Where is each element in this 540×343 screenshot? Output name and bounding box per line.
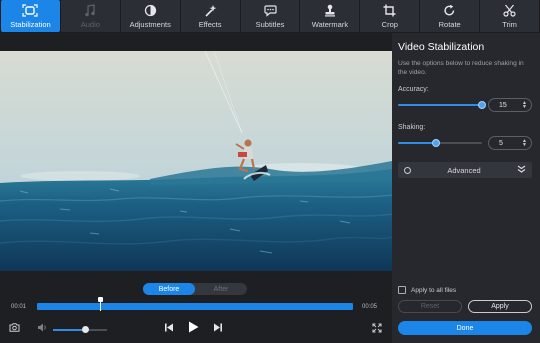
stabilization-panel: Video Stabilization Use the options belo… [392, 33, 540, 343]
volume-icon[interactable] [36, 322, 48, 333]
tab-adjustments[interactable]: Adjustments [120, 0, 180, 32]
shaking-label: Shaking: [398, 124, 426, 131]
tab-stabilization-label: Stabilization [10, 19, 51, 29]
apply-to-all-checkbox[interactable] [398, 286, 406, 294]
tab-crop-label: Crop [381, 19, 398, 29]
editor-toolbar: Stabilization Audio Adjustments Effects … [0, 0, 540, 33]
player-controls: Before After 00:01 00:05 [0, 283, 392, 343]
total-time: 00:05 [362, 304, 378, 310]
scissors-icon [502, 4, 518, 18]
tab-crop[interactable]: Crop [360, 0, 420, 32]
tab-stabilization[interactable]: Stabilization [1, 0, 60, 32]
magic-wand-icon [202, 4, 218, 18]
tab-effects[interactable]: Effects [180, 0, 240, 32]
before-after-toggle[interactable]: Before After [143, 283, 247, 295]
shaking-slider-fill [398, 142, 436, 144]
after-button[interactable]: After [195, 283, 247, 295]
volume-slider[interactable] [53, 326, 107, 334]
shaking-slider[interactable] [398, 137, 482, 149]
tab-subtitles[interactable]: Subtitles [240, 0, 300, 32]
accuracy-slider-handle[interactable] [478, 101, 486, 109]
shaking-slider-handle[interactable] [431, 139, 440, 147]
before-button[interactable]: Before [143, 283, 195, 295]
shaking-value: 5 [499, 139, 503, 147]
tab-watermark-label: Watermark [311, 19, 349, 29]
tab-rotate-label: Rotate [438, 19, 461, 29]
accuracy-slider[interactable] [398, 99, 486, 111]
music-note-icon [82, 4, 98, 18]
double-chevron-down-icon [517, 165, 526, 175]
timeline-bar[interactable] [37, 303, 353, 310]
preview-area [0, 33, 392, 283]
advanced-label: Advanced [447, 165, 481, 175]
shaking-control: 5 ▲ ▼ [398, 136, 532, 150]
apply-button[interactable]: Apply [468, 300, 532, 313]
tab-trim-label: Trim [502, 19, 517, 29]
action-buttons: Reset Apply [398, 300, 532, 313]
accuracy-spinbox[interactable]: 15 ▲ ▼ [488, 98, 532, 112]
accuracy-control: 15 ▲ ▼ [398, 98, 532, 112]
tab-audio[interactable]: Audio [60, 0, 120, 32]
volume-slider-handle[interactable] [82, 326, 90, 333]
tab-effects-label: Effects [198, 19, 222, 29]
tab-watermark[interactable]: Watermark [300, 0, 360, 32]
tab-trim[interactable]: Trim [480, 0, 540, 32]
done-button[interactable]: Done [398, 321, 532, 335]
contrast-icon [142, 4, 158, 18]
crop-icon [382, 4, 398, 18]
apply-to-all-option[interactable]: Apply to all files [398, 286, 456, 294]
panel-title: Video Stabilization [398, 41, 485, 53]
shaking-spinbox[interactable]: 5 ▲ ▼ [488, 136, 532, 150]
spin-arrows-icon[interactable]: ▲ ▼ [522, 139, 527, 148]
panel-description: Use the options below to reduce shaking … [398, 60, 524, 76]
reset-button[interactable]: Reset [398, 300, 462, 313]
playhead-line [100, 300, 102, 311]
video-preview [0, 51, 392, 271]
stabilization-icon [22, 4, 39, 18]
next-frame-icon[interactable] [212, 322, 224, 333]
tab-adjustments-label: Adjustments [129, 19, 171, 29]
spin-arrows-icon[interactable]: ▲ ▼ [522, 101, 527, 110]
accuracy-value: 15 [499, 101, 507, 109]
tab-rotate[interactable]: Rotate [420, 0, 480, 32]
apply-to-all-label: Apply to all files [411, 286, 457, 294]
timeline-playhead[interactable] [98, 297, 104, 311]
accuracy-slider-fill [398, 104, 482, 106]
camera-icon[interactable] [8, 322, 20, 333]
stamp-icon [322, 4, 338, 18]
previous-frame-icon[interactable] [163, 322, 175, 333]
current-time: 00:01 [11, 304, 27, 310]
circle-icon [404, 166, 411, 174]
tab-audio-label: Audio [80, 19, 100, 29]
rotate-icon [442, 4, 458, 18]
accuracy-label: Accuracy: [398, 86, 429, 93]
advanced-toggle[interactable]: Advanced [398, 162, 532, 178]
volume-slider-fill [53, 329, 86, 331]
tab-subtitles-label: Subtitles [255, 19, 285, 29]
fullscreen-icon[interactable] [371, 322, 382, 333]
speech-bubble-icon [262, 4, 278, 18]
play-icon[interactable] [186, 320, 200, 334]
